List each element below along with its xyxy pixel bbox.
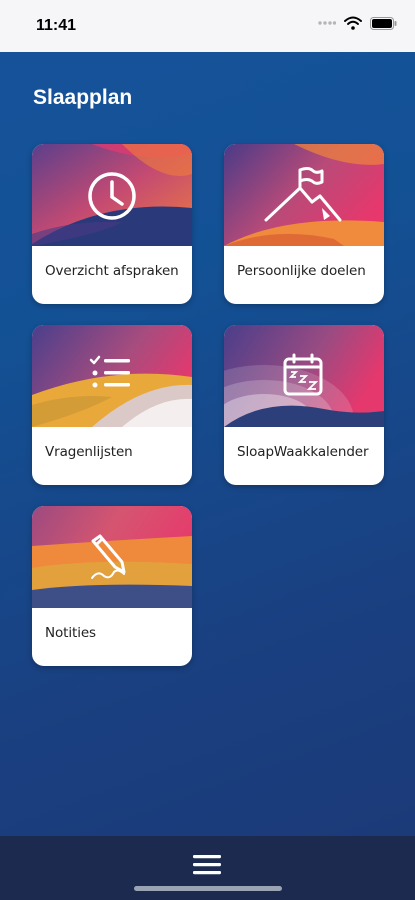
checklist-icon: [89, 355, 130, 388]
card-sloapwaakkalender[interactable]: SloapWaakkalender: [224, 325, 384, 485]
bottom-bar: [0, 836, 415, 900]
card-overzicht-afspraken[interactable]: Overzicht afspraken: [32, 144, 192, 304]
card-notities[interactable]: Notities: [32, 506, 192, 666]
card-label: SloapWaakkalender: [237, 444, 369, 460]
hamburger-menu-icon[interactable]: [191, 852, 223, 878]
wifi-icon: [344, 16, 362, 30]
main-content: Slaapplan Overzicht afspraken Persoonlij…: [0, 52, 415, 836]
card-persoonlijke-doelen[interactable]: Persoonlijke doelen: [224, 144, 384, 304]
battery-icon: [370, 16, 397, 30]
mountain-flag-icon: [264, 167, 342, 222]
home-indicator[interactable]: [134, 886, 282, 891]
clock-icon: [88, 172, 136, 220]
page-title: Slaapplan: [33, 86, 133, 109]
card-label: Notities: [45, 625, 96, 641]
pen-icon: [91, 534, 126, 579]
card-label: Overzicht afspraken: [45, 263, 179, 279]
card-label: Vragenlijsten: [45, 444, 133, 460]
calendar-sleep-icon: [283, 353, 323, 396]
card-vragenlijsten[interactable]: Vragenlijsten: [32, 325, 192, 485]
status-bar: 11:41: [0, 0, 415, 52]
status-time: 11:41: [36, 17, 77, 34]
card-label: Persoonlijke doelen: [237, 263, 366, 279]
signal-dots-icon: [318, 21, 336, 25]
status-icons: [318, 16, 397, 30]
